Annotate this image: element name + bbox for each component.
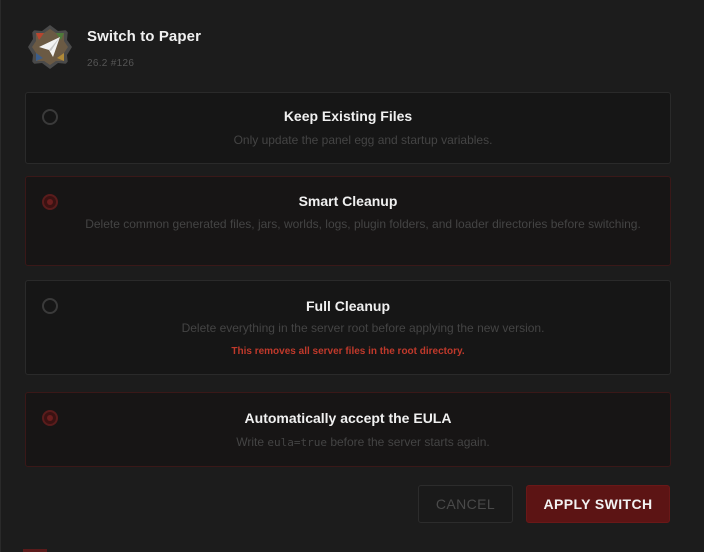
dialog-title: Switch to Paper: [87, 28, 202, 45]
option-keep-existing-files[interactable]: Keep Existing Files Only update the pane…: [25, 92, 671, 164]
switch-version-dialog: Switch to Paper 26.2 #126 Keep Existing …: [0, 0, 704, 552]
apply-switch-button[interactable]: APPLY SWITCH: [526, 485, 670, 523]
cancel-button[interactable]: CANCEL: [418, 485, 513, 523]
dialog-header: Switch to Paper 26.2 #126: [27, 24, 201, 70]
option-full-cleanup[interactable]: Full Cleanup Delete everything in the se…: [25, 280, 671, 375]
eula-code: eula=true: [267, 436, 327, 449]
paper-plane-icon: [27, 24, 73, 70]
warning-text: This removes all server files in the roo…: [231, 346, 465, 357]
option-description: Delete common generated files, jars, wor…: [85, 217, 641, 231]
version-label: 26.2 #126: [87, 58, 135, 69]
eula-description: Write eula=true before the server starts…: [236, 435, 490, 449]
option-description: Only update the panel egg and startup va…: [233, 133, 493, 147]
eula-checkbox-option[interactable]: Automatically accept the EULA Write eula…: [25, 392, 671, 467]
option-title: Keep Existing Files: [283, 108, 413, 124]
option-title: Full Cleanup: [306, 298, 390, 314]
eula-title: Automatically accept the EULA: [244, 410, 452, 426]
option-title: Smart Cleanup: [298, 193, 398, 209]
option-description: Delete everything in the server root bef…: [181, 321, 545, 335]
option-smart-cleanup[interactable]: Smart Cleanup Delete common generated fi…: [25, 176, 671, 266]
